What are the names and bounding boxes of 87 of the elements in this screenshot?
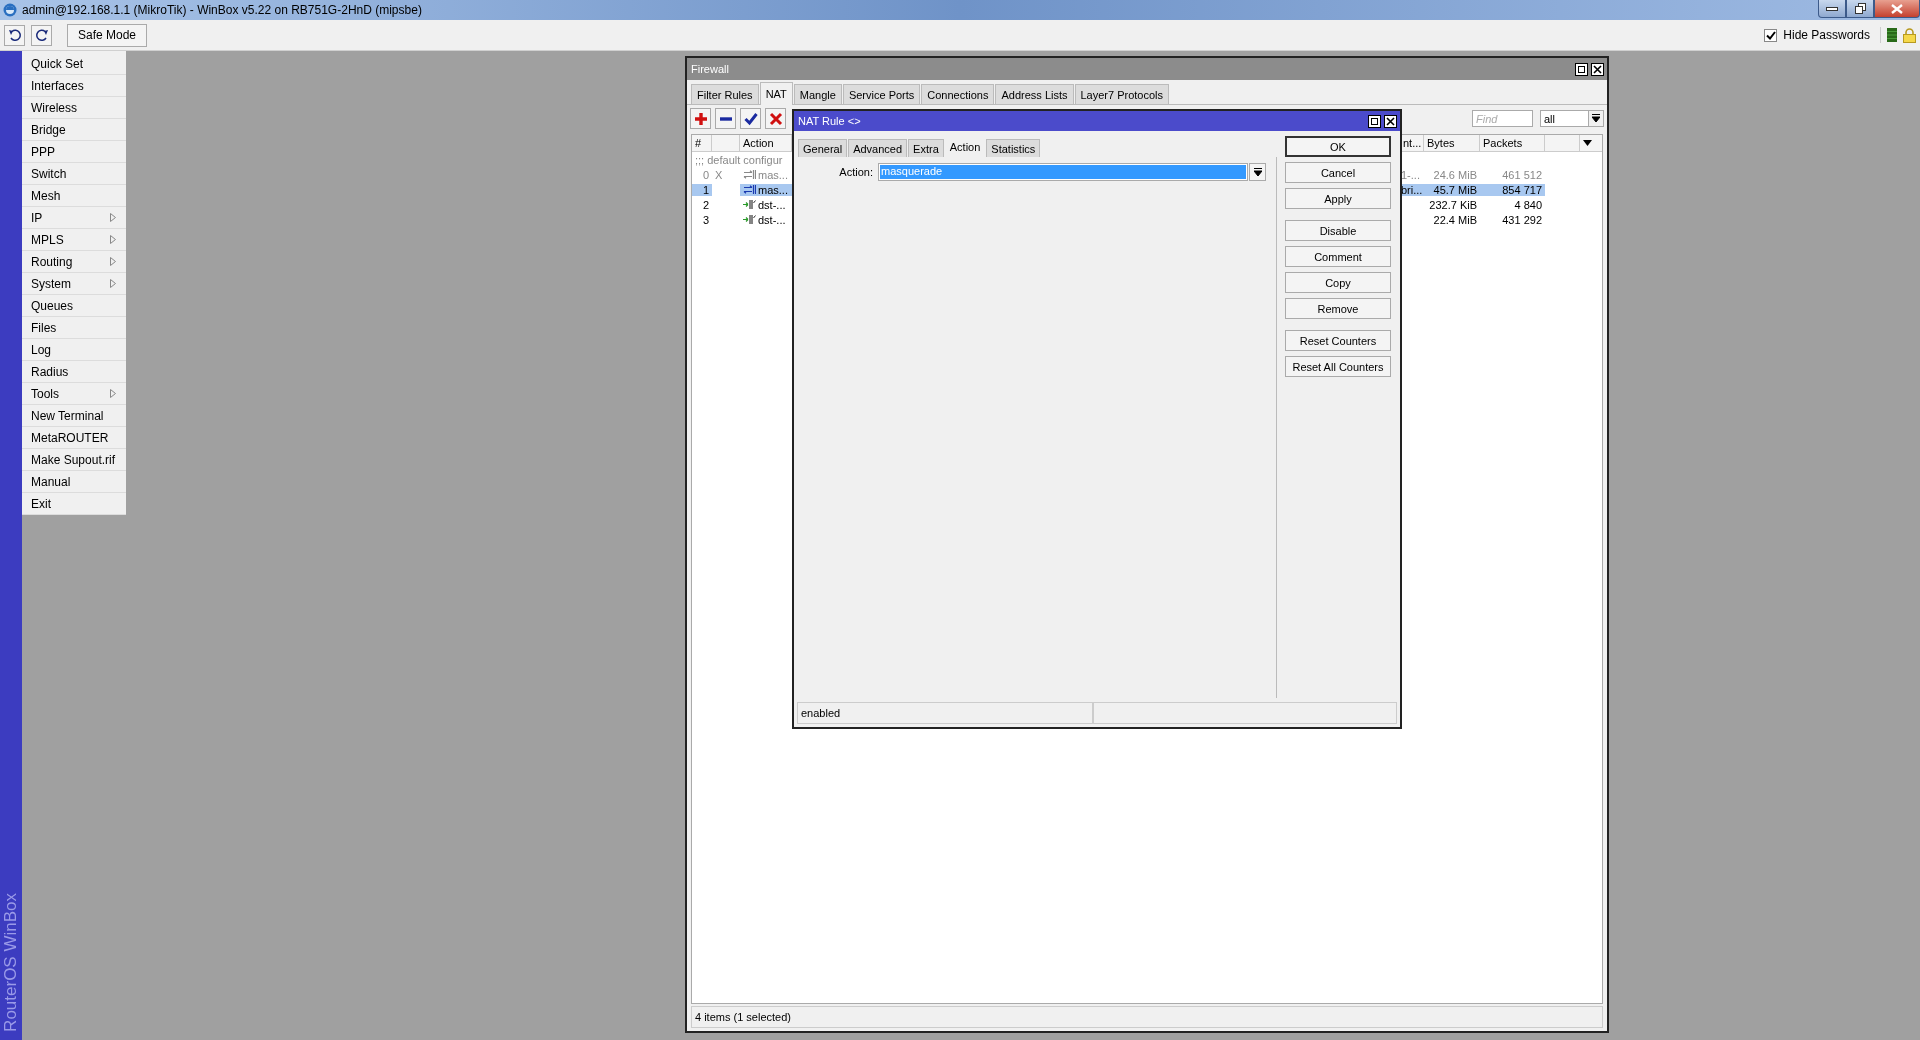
hide-passwords-checkbox[interactable] bbox=[1764, 28, 1778, 42]
checkmark-icon bbox=[743, 111, 758, 126]
dialog-button[interactable]: Reset All Counters bbox=[1285, 356, 1391, 377]
column-header[interactable]: # bbox=[692, 135, 712, 151]
arrow-bars-icon bbox=[743, 200, 756, 209]
double-arrow-icon bbox=[743, 170, 756, 179]
tab[interactable]: Service Ports bbox=[842, 84, 921, 104]
x-icon bbox=[768, 111, 783, 126]
table-cell: dst-... bbox=[758, 213, 786, 226]
table-cell-text: 22.4 MiB bbox=[1432, 213, 1478, 226]
minimize-icon bbox=[1826, 6, 1838, 11]
table-cell: 854 717 bbox=[1480, 183, 1545, 196]
tab[interactable]: General bbox=[798, 139, 848, 157]
table-cell: bri... bbox=[1400, 183, 1424, 196]
column-menu-icon[interactable] bbox=[1583, 140, 1592, 147]
minimize-button[interactable] bbox=[1818, 0, 1846, 18]
dialog-title: NAT Rule <> bbox=[798, 115, 862, 127]
table-cell-text: 232.7 KiB bbox=[1428, 198, 1478, 211]
table-cell-text: 461 512 bbox=[1501, 168, 1543, 181]
plus-icon bbox=[693, 111, 708, 126]
tab[interactable]: Layer7 Protocols bbox=[1074, 84, 1170, 104]
enable-button[interactable] bbox=[740, 108, 761, 129]
dialog-button[interactable]: Disable bbox=[1285, 220, 1391, 241]
indicator-icon bbox=[1887, 28, 1897, 42]
table-cell-text: 0 bbox=[701, 168, 710, 181]
lock-icon bbox=[1903, 27, 1916, 43]
maximize-button[interactable] bbox=[1368, 114, 1381, 128]
dialog-button[interactable]: Copy bbox=[1285, 272, 1391, 293]
field-label: Action: bbox=[838, 166, 874, 178]
double-arrow-icon bbox=[743, 185, 756, 194]
dropdown-arrow-icon bbox=[1592, 114, 1600, 123]
table-cell: dst-... bbox=[758, 198, 786, 211]
tab[interactable]: Filter Rules bbox=[691, 84, 759, 104]
tab[interactable]: Address Lists bbox=[995, 84, 1074, 104]
dialog-button[interactable]: Comment bbox=[1285, 246, 1391, 267]
tab[interactable]: NAT bbox=[759, 82, 793, 105]
filter-dropdown[interactable]: all bbox=[1540, 110, 1604, 127]
table-cell-text: 4 840 bbox=[1513, 198, 1543, 211]
add-button[interactable] bbox=[690, 108, 711, 129]
close-button[interactable] bbox=[1874, 0, 1920, 18]
table-cell-text: 24.6 MiB bbox=[1432, 168, 1478, 181]
close-button[interactable] bbox=[1384, 114, 1397, 128]
tab[interactable]: Connections bbox=[921, 84, 995, 104]
table-cell-text: 3 bbox=[701, 213, 710, 226]
remove-button[interactable] bbox=[715, 108, 736, 129]
dropdown-button[interactable] bbox=[1249, 163, 1266, 181]
redo-icon bbox=[34, 28, 49, 42]
tab[interactable]: Statistics bbox=[986, 139, 1041, 157]
tab[interactable]: Extra bbox=[908, 139, 944, 157]
table-cell: 45.7 MiB bbox=[1424, 183, 1480, 196]
redo-button[interactable] bbox=[31, 24, 52, 46]
status-field: enabled bbox=[797, 703, 1093, 724]
maximize-button[interactable] bbox=[1575, 62, 1588, 76]
dialog-button[interactable]: OK bbox=[1285, 136, 1391, 157]
column-header[interactable]: Bytes bbox=[1424, 135, 1480, 151]
undo-icon bbox=[7, 28, 22, 42]
disable-button[interactable] bbox=[765, 108, 786, 129]
dialog-button[interactable]: Reset Counters bbox=[1285, 330, 1391, 351]
arrow-bars-icon bbox=[743, 215, 756, 224]
dialog-button[interactable]: Cancel bbox=[1285, 162, 1391, 183]
table-cell: mas... bbox=[758, 168, 788, 181]
close-button[interactable] bbox=[1591, 62, 1604, 76]
window-title: Firewall bbox=[691, 63, 730, 75]
dialog-button[interactable]: Remove bbox=[1285, 298, 1391, 319]
status-bar: 4 items (1 selected) bbox=[691, 1006, 1603, 1028]
undo-button[interactable] bbox=[4, 24, 25, 46]
window-title: admin@192.168.1.1 (MikroTik) - WinBox v5.22 on RB751G-2HnD (mipsbe) bbox=[22, 3, 422, 17]
column-header[interactable]: Packets bbox=[1480, 135, 1545, 151]
safe-mode-button[interactable]: Safe Mode bbox=[67, 23, 148, 47]
hide-passwords-label: Hide Passwords bbox=[1783, 28, 1870, 42]
table-cell-text: 431 292 bbox=[1501, 213, 1543, 226]
app-logo-icon bbox=[3, 3, 17, 17]
restore-icon bbox=[1854, 3, 1866, 14]
table-cell-text: X bbox=[714, 168, 724, 181]
table-cell-text: 1-... bbox=[1400, 168, 1421, 181]
tab[interactable]: Mangle bbox=[793, 84, 842, 104]
restore-button[interactable] bbox=[1846, 0, 1874, 18]
table-cell-text: 2 bbox=[701, 198, 710, 211]
tab[interactable]: Advanced bbox=[848, 139, 908, 157]
table-cell: mas... bbox=[758, 183, 788, 196]
close-icon bbox=[1891, 3, 1903, 14]
table-cell-text: ;;; default configur bbox=[694, 153, 784, 166]
brand-label: RouterOS WinBox bbox=[1, 893, 21, 1032]
find-field[interactable]: Find bbox=[1472, 110, 1533, 127]
dropdown-arrow-icon bbox=[1253, 167, 1262, 177]
dialog-button[interactable]: Apply bbox=[1285, 188, 1391, 209]
table-cell: 1 bbox=[692, 183, 712, 196]
